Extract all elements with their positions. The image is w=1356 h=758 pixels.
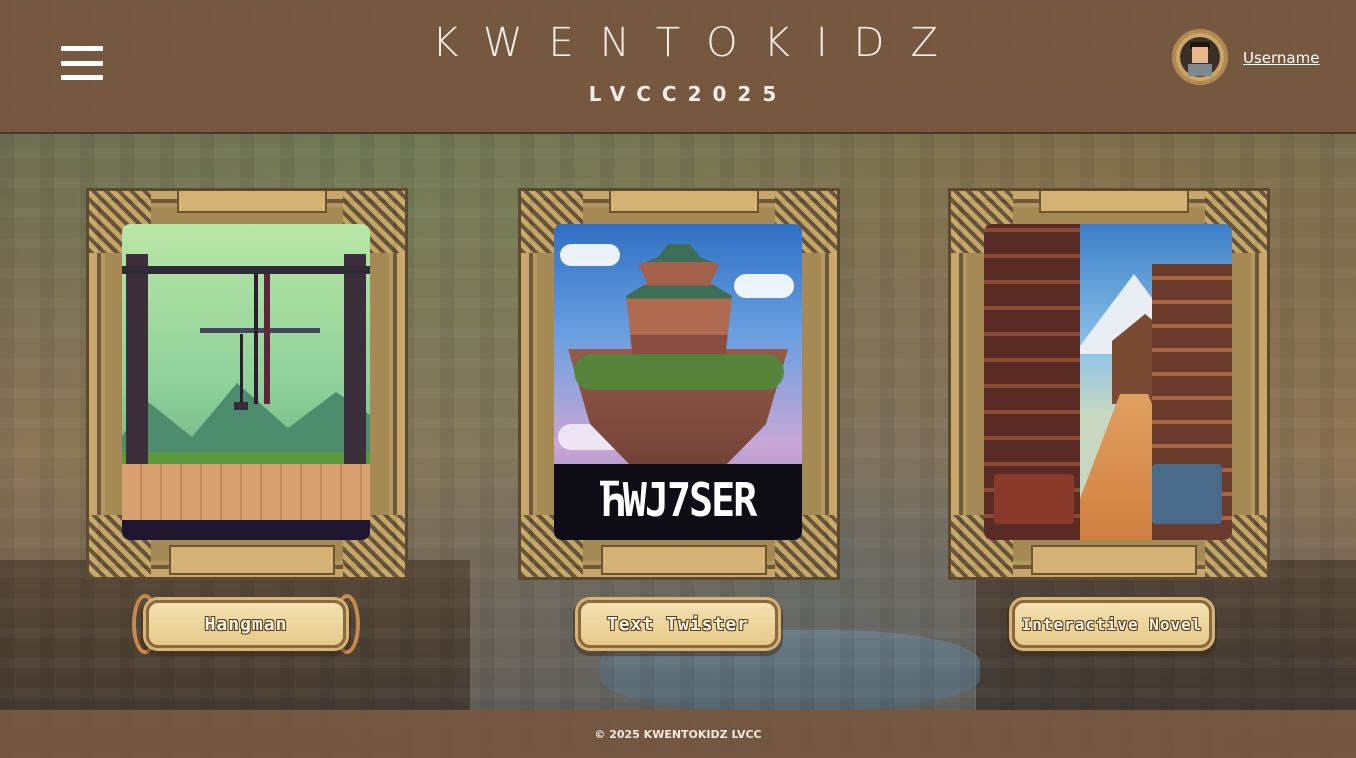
frame-tab-top <box>1039 191 1189 213</box>
site-subtitle: LVCC2025 <box>588 82 788 106</box>
site-title: KWENTOKIDZ <box>432 20 964 66</box>
gallows-beam <box>122 266 370 274</box>
art-cloud <box>560 244 620 266</box>
art-base <box>122 520 370 540</box>
avatar-face <box>1192 47 1208 63</box>
hamburger-menu-icon[interactable] <box>61 46 103 80</box>
frame-tab-bottom <box>601 545 767 575</box>
frame-tab-top <box>609 191 759 213</box>
gallows-post-left <box>126 254 148 464</box>
book-stack <box>994 474 1074 524</box>
gallows-weight <box>234 402 248 410</box>
avatar-icon[interactable] <box>1172 29 1228 85</box>
gallows-rope <box>254 274 258 404</box>
gallows-post-right <box>344 254 366 464</box>
frame-tab-bottom <box>1031 545 1197 575</box>
menu-line <box>61 75 103 80</box>
game-card-text-twister[interactable]: ЋWJ7SER <box>518 188 840 580</box>
avatar-shirt <box>1188 64 1212 76</box>
gallows-rope <box>264 274 270 404</box>
art-floor <box>122 464 370 522</box>
book-stack <box>1152 464 1222 524</box>
art-cloud <box>734 274 794 298</box>
interactive-novel-button[interactable]: Interactive Novel <box>1012 600 1212 648</box>
text-twister-artwork[interactable]: ЋWJ7SER <box>554 224 802 540</box>
game-card-interactive-novel[interactable] <box>948 188 1270 580</box>
art-logo-text: ЋWJ7SER <box>600 474 758 528</box>
art-foliage <box>574 354 784 390</box>
interactive-novel-artwork[interactable] <box>984 224 1232 540</box>
hangman-button[interactable]: Hangman <box>146 600 346 648</box>
menu-line <box>61 60 103 66</box>
hangman-artwork[interactable] <box>122 224 370 540</box>
menu-line <box>61 46 103 51</box>
gallows-rope <box>240 334 243 404</box>
frame-tab-bottom <box>169 545 335 575</box>
frame-tab-top <box>177 191 327 213</box>
game-card-hangman[interactable] <box>86 188 408 580</box>
top-header: KWENTOKIDZ LVCC2025 Username <box>0 0 1356 134</box>
copyright-text: © 2025 KWENTOKIDZ LVCC <box>594 727 762 741</box>
text-twister-button[interactable]: Text Twister <box>578 600 778 648</box>
username-link[interactable]: Username <box>1243 49 1319 67</box>
footer: © 2025 KWENTOKIDZ LVCC <box>0 710 1356 758</box>
gallows-crossbar <box>200 328 320 333</box>
